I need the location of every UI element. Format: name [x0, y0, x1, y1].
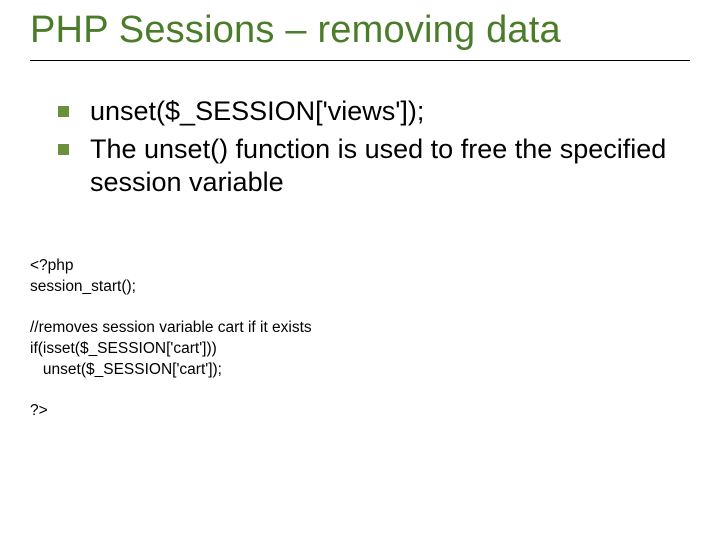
code-snippet-3: ?>: [30, 401, 690, 422]
code-snippet-2: //removes session variable cart if it ex…: [30, 318, 690, 381]
list-item: unset($_SESSION['views']);: [58, 95, 690, 129]
title-underline: [30, 60, 690, 61]
slide-title: PHP Sessions – removing data: [30, 10, 690, 52]
bullet-text: unset($_SESSION['views']);: [90, 96, 424, 126]
slide: PHP Sessions – removing data unset($_SES…: [0, 0, 720, 540]
bullet-list: unset($_SESSION['views']); The unset() f…: [58, 95, 690, 200]
bullet-square-icon: [58, 106, 69, 117]
bullet-text: The unset() function is used to free the…: [90, 134, 666, 198]
code-snippet-1: <?php session_start();: [30, 256, 690, 298]
list-item: The unset() function is used to free the…: [58, 133, 690, 201]
bullet-square-icon: [58, 144, 69, 155]
